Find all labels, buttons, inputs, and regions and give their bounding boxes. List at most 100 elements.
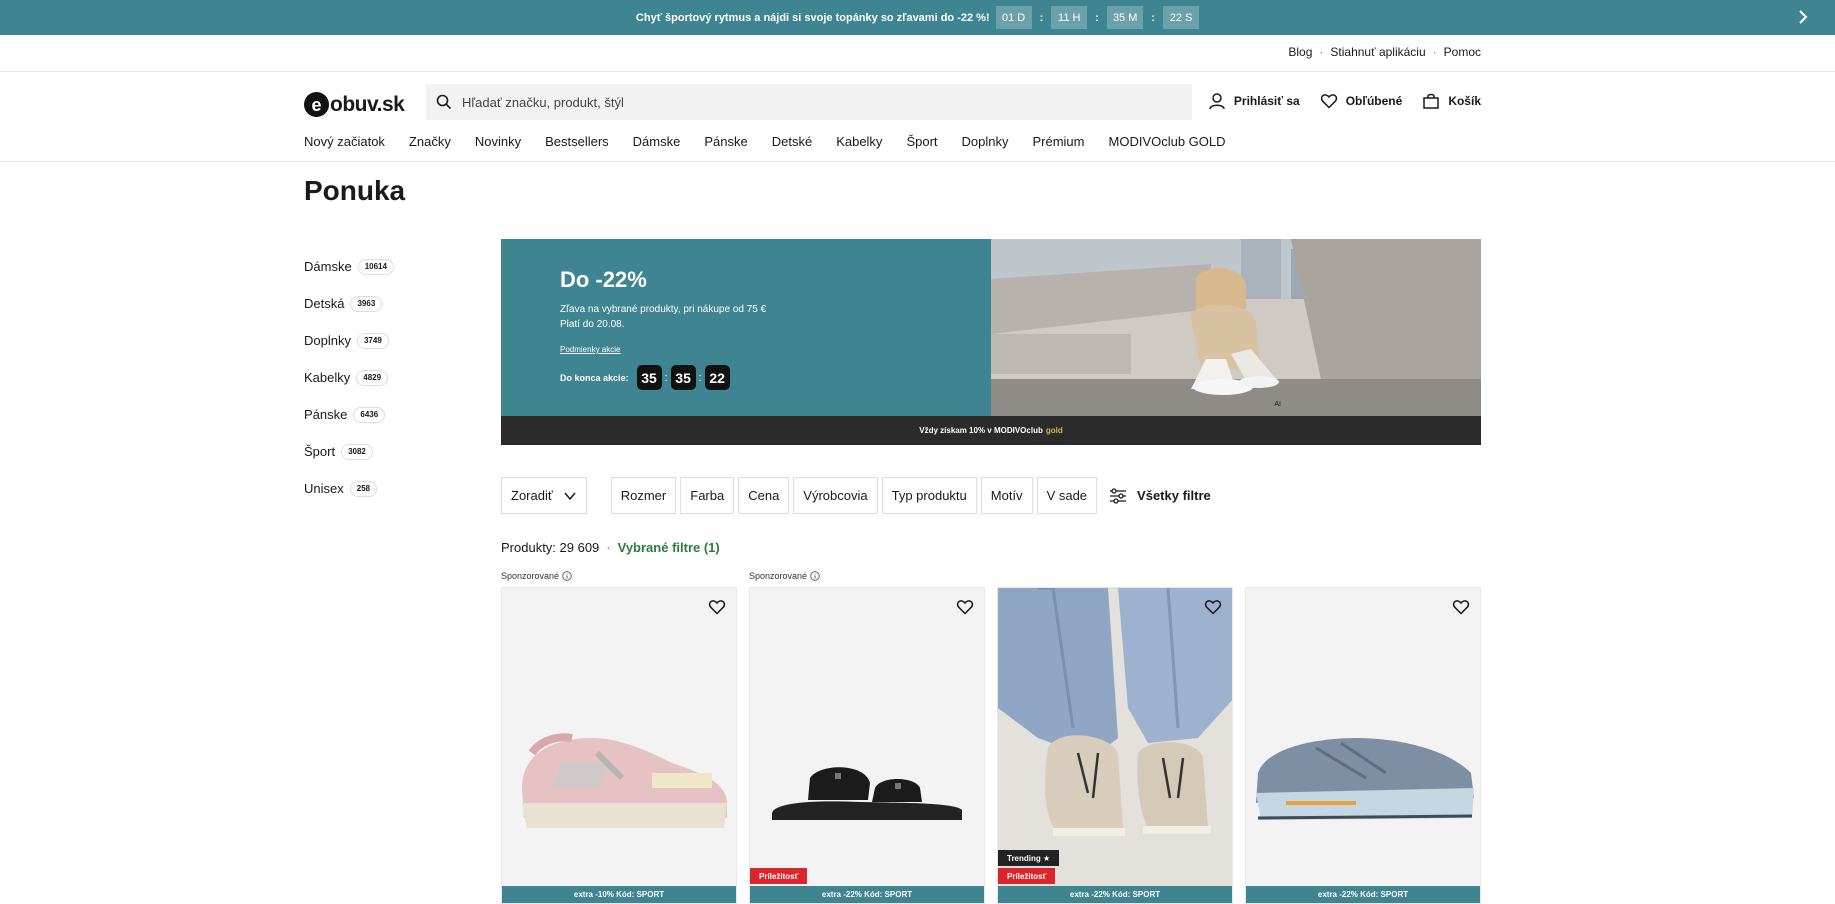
info-icon[interactable] — [562, 571, 572, 581]
banner-validity: Platí do 20.08. — [560, 319, 625, 330]
ai-badge: AI — [1274, 401, 1281, 408]
nav-item-modivoclub-gold[interactable]: MODIVOclub GOLD — [1109, 134, 1226, 149]
all-filters-label: Všetky filtre — [1137, 488, 1211, 503]
bag-icon — [1423, 93, 1440, 109]
category-count-badge: 3749 — [356, 332, 389, 349]
utility-links: Blog · Stiahnuť aplikáciu · Pomoc — [1288, 45, 1481, 59]
sidebar-item-kabelky[interactable]: Kabelky 4829 — [304, 359, 394, 396]
nav-item-detske[interactable]: Detské — [772, 134, 812, 149]
search-bar[interactable] — [426, 84, 1192, 120]
login-label: Prihlásiť sa — [1233, 94, 1300, 108]
product-image — [772, 767, 962, 820]
login-button[interactable]: Prihlásiť sa — [1208, 92, 1300, 110]
nav-item-znacky[interactable]: Značky — [409, 134, 451, 149]
help-link[interactable]: Pomoc — [1444, 45, 1481, 59]
promo-code-strip: extra -22% Kód: SPORT — [1246, 886, 1480, 903]
results-summary: Produkty: 29 609 · Vybrané filtre (1) — [501, 540, 720, 555]
logo-mark: e — [304, 92, 329, 117]
app-download-link[interactable]: Stiahnuť aplikáciu — [1330, 45, 1425, 59]
heart-icon[interactable] — [956, 598, 974, 616]
nav-item-damske[interactable]: Dámske — [633, 134, 681, 149]
promo-bar: Chyť športový rytmus a nájdi si svoje to… — [0, 0, 1835, 35]
countdown-box: 35 — [636, 365, 662, 390]
heart-icon[interactable] — [1204, 598, 1222, 616]
header-actions: Prihlásiť sa Obľúbené Košík — [1208, 92, 1481, 110]
sidebar-item-doplnky[interactable]: Doplnky 3749 — [304, 322, 394, 359]
heart-icon[interactable] — [708, 598, 726, 616]
nav-item-bestsellers[interactable]: Bestsellers — [545, 134, 609, 149]
blog-link[interactable]: Blog — [1288, 45, 1312, 59]
product-image — [1256, 738, 1474, 820]
nav-item-novy-zaciatok[interactable]: Nový začiatok — [304, 134, 385, 149]
countdown-minutes: 35 M — [1106, 6, 1144, 29]
countdown-days: 01 D — [995, 6, 1032, 29]
user-icon — [1209, 93, 1225, 110]
opportunity-tag: Príležitosť — [998, 868, 1056, 884]
sidebar-item-unisex[interactable]: Unisex 258 — [304, 470, 394, 507]
promo-code-strip: extra -10% Kód: SPORT — [502, 886, 736, 903]
filter-in-set[interactable]: V sade — [1036, 477, 1098, 514]
logo[interactable]: e obuv.sk — [304, 92, 405, 117]
product-card[interactable]: extra -22% Kód: SPORT — [1245, 587, 1481, 904]
logo-text: obuv.sk — [330, 92, 405, 116]
promo-code-strip: extra -22% Kód: SPORT — [750, 886, 984, 903]
all-filters-button[interactable]: Všetky filtre — [1109, 487, 1211, 504]
filter-brands[interactable]: Výrobcovia — [793, 477, 878, 514]
category-count-badge: 3082 — [341, 443, 373, 460]
cart-button[interactable]: Košík — [1422, 92, 1481, 110]
promo-banner[interactable]: Do -22% Zľava na vybrané produkty, pri n… — [501, 239, 1481, 445]
sidebar-item-panske[interactable]: Pánske 6436 — [304, 396, 394, 433]
search-input[interactable] — [462, 94, 1162, 110]
filter-size[interactable]: Rozmer — [610, 477, 677, 514]
product-card[interactable]: Trending ★ Príležitosť extra -22% Kód: S… — [997, 587, 1233, 904]
countdown-box: 35 — [670, 365, 696, 390]
banner-photo: AI — [991, 239, 1481, 416]
cart-label: Košík — [1448, 94, 1481, 108]
nav-item-novinky[interactable]: Novinky — [475, 134, 521, 149]
nav-item-premium[interactable]: Prémium — [1032, 134, 1084, 149]
selected-filters-link[interactable]: Vybrané filtre (1) — [618, 540, 720, 555]
sidebar-item-detska[interactable]: Detská 3963 — [304, 285, 394, 322]
category-count-badge: 258 — [349, 480, 378, 497]
opportunity-tag: Príležitosť — [750, 868, 808, 884]
product-card[interactable]: extra -10% Kód: SPORT — [501, 587, 737, 904]
sidebar-item-label: Doplnky — [304, 333, 351, 348]
info-icon[interactable] — [810, 571, 820, 581]
filter-product-type[interactable]: Typ produktu — [881, 477, 977, 514]
product-card[interactable]: Príležitosť extra -22% Kód: SPORT — [749, 587, 985, 904]
sort-dropdown[interactable]: Zoradiť — [501, 477, 587, 514]
heart-icon[interactable] — [1452, 598, 1470, 616]
promo-text: Chyť športový rytmus a nájdi si svoje to… — [635, 11, 990, 24]
sponsored-label: Sponzorované — [501, 571, 572, 581]
filter-color[interactable]: Farba — [680, 477, 735, 514]
search-icon — [436, 94, 452, 110]
sidebar-item-damske[interactable]: Dámske 10614 — [304, 248, 394, 285]
heart-icon — [1320, 94, 1337, 109]
sort-label: Zoradiť — [511, 488, 553, 503]
main-nav: Nový začiatok Značky Novinky Bestsellers… — [304, 134, 1250, 149]
countdown-label: Do konca akcie: — [560, 372, 629, 383]
banner-description: Zľava na vybrané produkty, pri nákupe od… — [560, 304, 767, 315]
divider — [0, 161, 1835, 162]
countdown-box: 22 — [704, 365, 730, 390]
nav-item-sport[interactable]: Šport — [906, 134, 937, 149]
sidebar-item-label: Kabelky — [304, 370, 351, 385]
sidebar-item-label: Dámske — [304, 259, 352, 274]
filter-motif[interactable]: Motív — [980, 477, 1033, 514]
nav-item-panske[interactable]: Pánske — [704, 134, 747, 149]
banner-title: Do -22% — [560, 267, 647, 292]
filter-price[interactable]: Cena — [738, 477, 790, 514]
nav-item-doplnky[interactable]: Doplnky — [962, 134, 1009, 149]
chevron-right-icon[interactable] — [1793, 7, 1813, 27]
countdown-hours: 11 H — [1051, 6, 1088, 29]
category-sidebar: Dámske 10614 Detská 3963 Doplnky 3749 Kabel… — [304, 248, 394, 507]
nav-item-kabelky[interactable]: Kabelky — [836, 134, 882, 149]
sidebar-item-label: Unisex — [304, 481, 344, 496]
countdown-seconds: 22 S — [1163, 6, 1200, 29]
promo-code-strip: extra -22% Kód: SPORT — [998, 886, 1232, 903]
modivoclub-strip[interactable]: Vždy získam 10% v MODIVOclub gold — [501, 416, 1481, 445]
favorites-button[interactable]: Obľúbené — [1320, 92, 1402, 110]
sidebar-item-sport[interactable]: Šport 3082 — [304, 433, 394, 470]
category-count-badge: 4829 — [356, 369, 389, 386]
terms-link[interactable]: Podmienky akcie — [560, 345, 991, 354]
